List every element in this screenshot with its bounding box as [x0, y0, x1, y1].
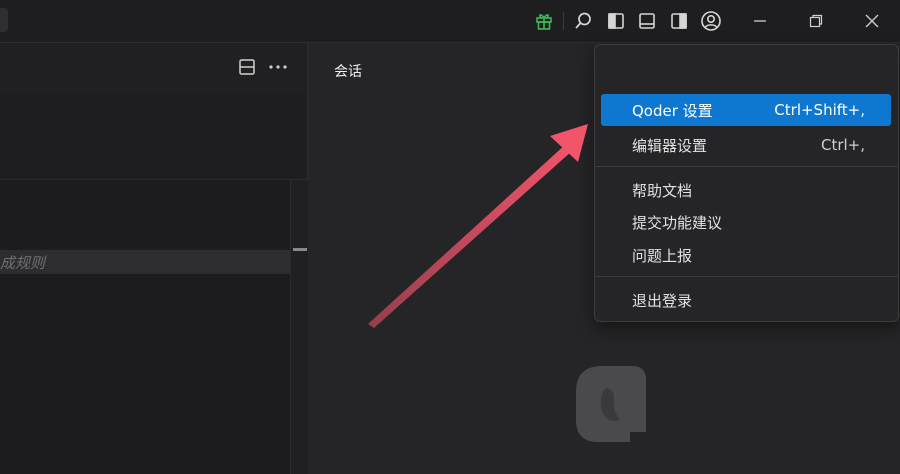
- editor-header: [0, 43, 307, 93]
- menu-item-qoder-settings[interactable]: Qoder 设置 Ctrl+Shift+,: [601, 94, 891, 126]
- toolbar-separator: [563, 12, 564, 30]
- tab-session[interactable]: 会话: [334, 61, 362, 81]
- menu-separator: [595, 166, 898, 167]
- annotation-arrow: [360, 118, 600, 337]
- menu-item-label: 问题上报: [632, 246, 693, 265]
- editor-section: [0, 93, 307, 180]
- menu-separator: [595, 276, 898, 277]
- scrollbar-thumb[interactable]: [293, 248, 307, 251]
- menu-item-shortcut: Ctrl+,: [820, 136, 865, 154]
- scrollbar[interactable]: [290, 180, 308, 474]
- title-bar: [0, 0, 900, 43]
- editor-body: [0, 180, 290, 474]
- menu-item-label: 编辑器设置: [632, 136, 708, 155]
- menu-item-report-issue[interactable]: 问题上报: [601, 239, 891, 271]
- more-actions-icon[interactable]: [268, 58, 288, 80]
- rules-placeholder: 成规则: [0, 254, 46, 272]
- menu-item-label: 帮助文档: [632, 181, 693, 200]
- qoder-logo-icon: [576, 366, 648, 446]
- restore-icon[interactable]: [803, 8, 829, 34]
- menu-item-shortcut: Ctrl+Shift+,: [774, 101, 865, 119]
- toggle-right-sidebar-icon[interactable]: [666, 8, 692, 34]
- close-icon[interactable]: [859, 8, 885, 34]
- menu-item-editor-settings[interactable]: 编辑器设置 Ctrl+,: [601, 129, 891, 161]
- title-tab-stub[interactable]: [0, 8, 8, 32]
- editor-pane: 成规则: [0, 43, 308, 474]
- account-icon[interactable]: [698, 8, 724, 34]
- toggle-panel-icon[interactable]: [634, 8, 660, 34]
- menu-item-label: 退出登录: [632, 291, 693, 310]
- menu-item-help-docs[interactable]: 帮助文档: [601, 174, 891, 206]
- settings-menu: Qoder 设置 Ctrl+Shift+, 编辑器设置 Ctrl+, 帮助文档 …: [594, 44, 899, 322]
- split-editor-icon[interactable]: [238, 58, 256, 80]
- menu-item-label: Qoder 设置: [632, 101, 713, 120]
- menu-item-sign-out[interactable]: 退出登录: [601, 284, 891, 316]
- minimize-icon[interactable]: [747, 8, 773, 34]
- toggle-left-sidebar-icon[interactable]: [603, 8, 629, 34]
- menu-item-feature-request[interactable]: 提交功能建议: [601, 206, 891, 238]
- search-icon[interactable]: [570, 8, 596, 34]
- menu-item-label: 提交功能建议: [632, 213, 723, 232]
- rules-input-row[interactable]: 成规则: [0, 250, 290, 274]
- gift-icon[interactable]: [531, 8, 557, 34]
